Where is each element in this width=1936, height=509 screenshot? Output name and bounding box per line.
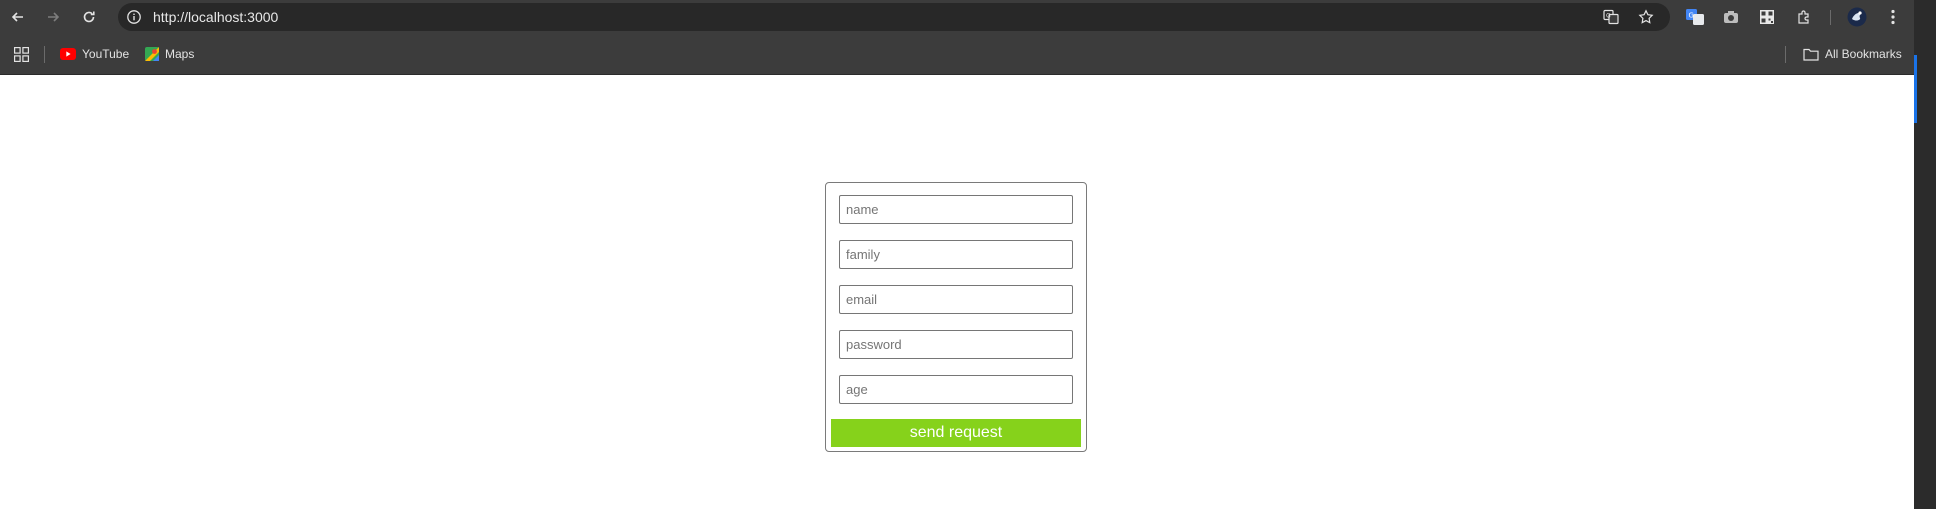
bookmarks-bar: YouTube Maps All Bookmarks bbox=[0, 34, 1936, 75]
bookmark-youtube[interactable]: YouTube bbox=[60, 45, 129, 63]
send-request-button[interactable]: send request bbox=[831, 419, 1081, 447]
page-viewport: send request bbox=[0, 75, 1914, 509]
url-text[interactable]: http://localhost:3000 bbox=[153, 3, 278, 31]
apps-grid-icon bbox=[14, 46, 29, 62]
youtube-icon bbox=[60, 48, 76, 60]
bookmark-label: Maps bbox=[165, 47, 195, 61]
email-input[interactable] bbox=[839, 285, 1073, 314]
all-bookmarks-label: All Bookmarks bbox=[1825, 47, 1902, 61]
browser-toolbar: http://localhost:3000 G G bbox=[0, 0, 1936, 34]
svg-text:G: G bbox=[1606, 13, 1611, 20]
puzzle-icon[interactable] bbox=[1795, 8, 1813, 26]
avatar[interactable] bbox=[1847, 7, 1867, 27]
bookmark-label: YouTube bbox=[82, 47, 130, 61]
maps-icon bbox=[145, 47, 159, 61]
request-form: send request bbox=[825, 182, 1087, 452]
age-input[interactable] bbox=[839, 375, 1073, 404]
name-input[interactable] bbox=[839, 195, 1073, 224]
star-icon[interactable] bbox=[1638, 9, 1654, 25]
side-panel-edge bbox=[1914, 0, 1936, 509]
arrow-left-icon bbox=[11, 12, 23, 22]
back-button[interactable] bbox=[8, 7, 28, 27]
address-bar[interactable]: http://localhost:3000 G bbox=[118, 3, 1670, 31]
bookmark-maps[interactable]: Maps bbox=[145, 45, 194, 63]
kebab-menu-icon[interactable] bbox=[1884, 8, 1902, 26]
bookmarks-divider bbox=[44, 46, 45, 63]
reload-icon bbox=[83, 11, 95, 23]
bookmarks-divider bbox=[1785, 46, 1786, 63]
apps-button[interactable] bbox=[14, 45, 29, 63]
toolbar-divider bbox=[1830, 10, 1831, 25]
svg-text:G: G bbox=[1689, 12, 1694, 20]
side-panel-accent bbox=[1914, 55, 1917, 123]
camera-icon[interactable] bbox=[1722, 8, 1740, 26]
translate-icon[interactable]: G bbox=[1603, 9, 1619, 25]
all-bookmarks-button[interactable]: All Bookmarks bbox=[1803, 45, 1902, 63]
folder-icon bbox=[1803, 48, 1819, 61]
qr-code-icon[interactable] bbox=[1758, 8, 1776, 26]
forward-button[interactable] bbox=[43, 7, 63, 27]
info-icon[interactable] bbox=[126, 9, 142, 25]
password-input[interactable] bbox=[839, 330, 1073, 359]
google-translate-icon[interactable]: G bbox=[1686, 8, 1704, 26]
arrow-right-icon bbox=[48, 12, 60, 22]
reload-button[interactable] bbox=[79, 7, 99, 27]
family-input[interactable] bbox=[839, 240, 1073, 269]
